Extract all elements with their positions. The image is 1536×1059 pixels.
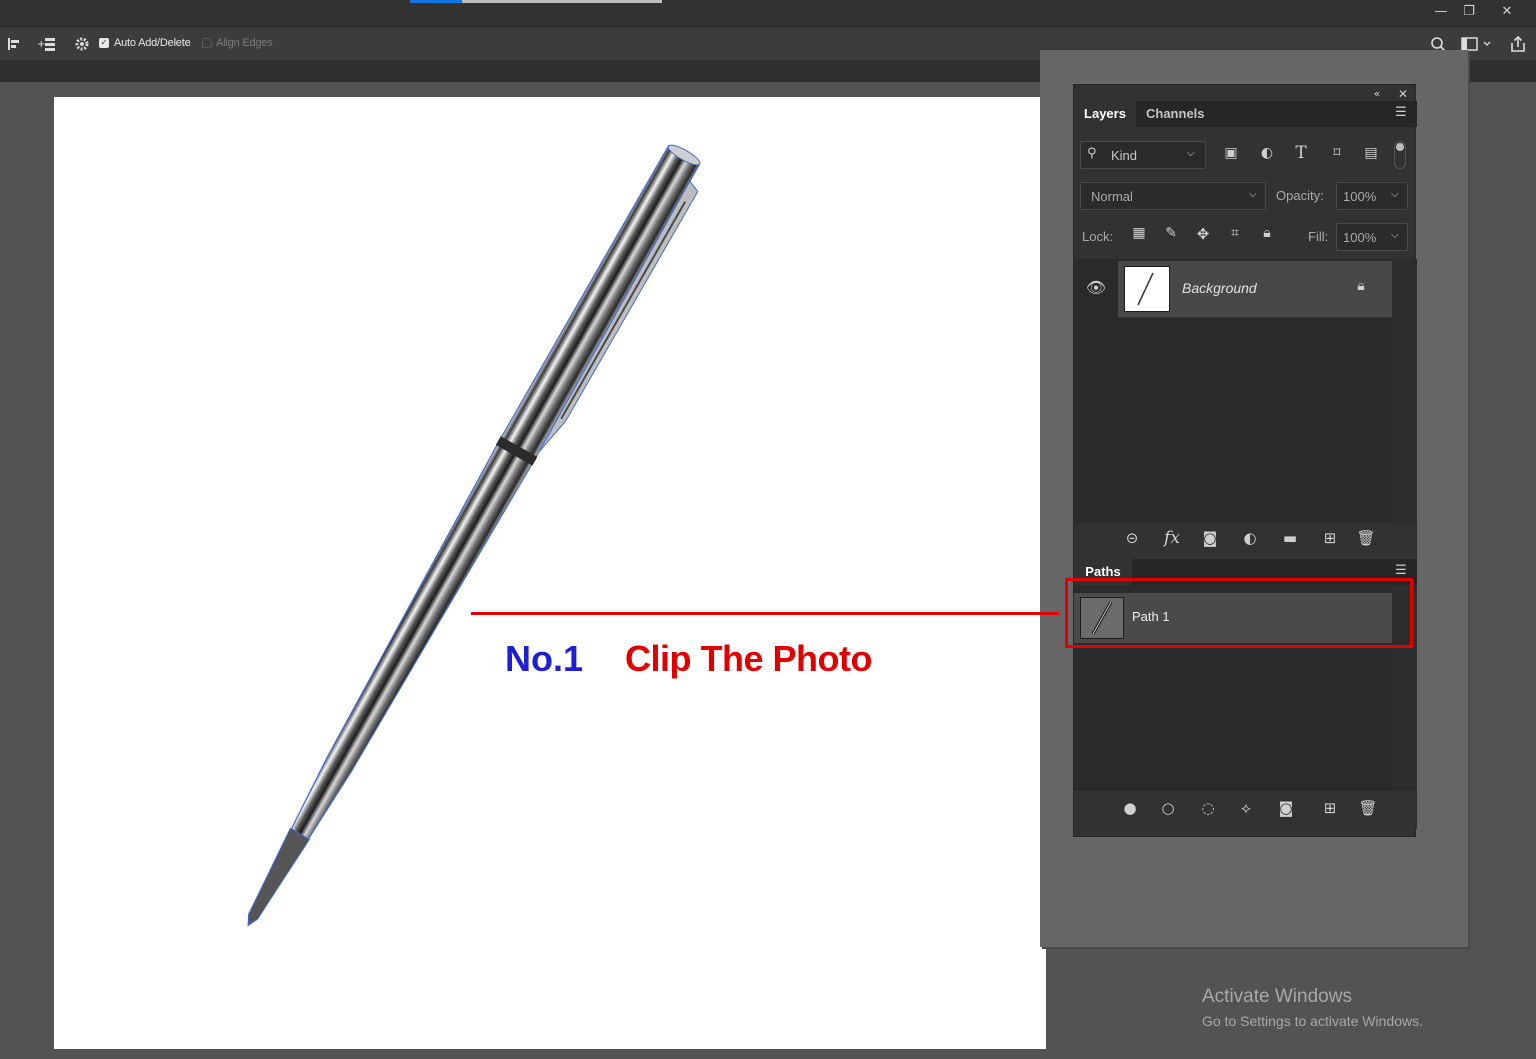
document-canvas[interactable] (54, 97, 1046, 1049)
auto-add-delete-label: Auto Add/Delete (114, 37, 191, 49)
tab-layers[interactable]: Layers (1074, 101, 1136, 127)
chevron-down-icon: ⌵ (1391, 189, 1399, 200)
paths-footer: ● ○ ◌ ⟡ ◙ ⊞ 🗑︎ (1074, 789, 1417, 829)
document-tab[interactable] (462, 0, 662, 3)
share-icon[interactable] (1508, 35, 1528, 53)
activation-watermark-title: Activate Windows (1202, 986, 1352, 1007)
title-bar: — ❐ ✕ (0, 0, 1536, 26)
lock-transparent-pixels-icon[interactable]: ▦ (1128, 225, 1150, 247)
panel-menu-icon[interactable]: ☰ (1392, 105, 1410, 123)
type-layer-filter-icon[interactable]: T (1290, 143, 1312, 165)
opacity-label: Opacity: (1276, 188, 1324, 203)
chevron-down-icon: ⌵ (1187, 148, 1195, 159)
search-icon: ⚲ (1087, 146, 1097, 161)
close-button[interactable]: ✕ (1494, 2, 1520, 22)
tab-channels[interactable]: Channels (1146, 101, 1205, 127)
layer-thumbnail (1124, 266, 1170, 312)
blend-mode-dropdown[interactable]: Normal ⌵ (1080, 182, 1266, 210)
lock-icon: 🔒︎ (1357, 278, 1365, 294)
new-path-icon[interactable]: ⊞ (1318, 799, 1342, 821)
make-work-path-icon[interactable]: ⟡ (1234, 799, 1258, 821)
pen-image (247, 144, 701, 927)
annotation-caption: Clip The Photo (625, 638, 872, 679)
shape-layer-filter-icon[interactable]: ⌑ (1326, 145, 1348, 165)
annotation-step-number: No.1 (505, 638, 584, 679)
add-mask-icon[interactable]: ◙ (1274, 799, 1298, 821)
lock-artboard-icon[interactable]: ⌗ (1224, 225, 1246, 247)
adjustment-layer-icon[interactable]: ◐ (1238, 529, 1262, 551)
fill-value: 100% (1343, 230, 1377, 245)
link-layers-icon[interactable]: ⊝ (1120, 529, 1144, 551)
add-mask-icon[interactable]: ◙ (1198, 529, 1222, 551)
blend-mode-value: Normal (1091, 189, 1133, 204)
layer-name[interactable]: Background (1182, 280, 1257, 296)
align-edges-checkbox[interactable] (202, 38, 212, 48)
active-tab-indicator (410, 0, 462, 3)
adjustment-layer-filter-icon[interactable]: ◐ (1256, 145, 1278, 165)
layers-footer: ⊝ fx ◙ ◐ ▬ ⊞ 🗑︎ (1074, 521, 1417, 559)
lock-position-icon[interactable]: ✥ (1192, 225, 1214, 247)
chevron-down-icon: ⌵ (1249, 189, 1257, 200)
layer-row[interactable]: 👁︎ Background 🔒︎ (1074, 261, 1392, 317)
filter-kind-dropdown[interactable]: ⚲ Kind ⌵ (1080, 141, 1206, 169)
path-arrangement-icon[interactable]: + (36, 35, 60, 53)
restore-button[interactable]: ❐ (1456, 2, 1482, 22)
auto-add-delete-checkbox[interactable]: ✓ (99, 38, 109, 48)
path-alignment-icon[interactable] (4, 35, 24, 53)
trash-icon[interactable]: 🗑︎ (1354, 529, 1378, 551)
new-layer-icon[interactable]: ⊞ (1318, 529, 1342, 551)
eye-visibility-icon[interactable]: 👁︎ (1084, 278, 1108, 298)
stroke-path-icon[interactable]: ○ (1156, 799, 1180, 821)
annotation-pointer-line (471, 612, 1059, 615)
lock-image-pixels-icon[interactable]: ✎ (1160, 225, 1182, 247)
fill-path-icon[interactable]: ● (1118, 799, 1142, 821)
fx-icon[interactable]: fx (1160, 528, 1184, 550)
gear-icon[interactable] (72, 35, 92, 53)
trash-icon[interactable]: 🗑︎ (1356, 799, 1380, 821)
svg-text:+: + (37, 39, 45, 50)
layers-scrollbar[interactable] (1392, 259, 1417, 521)
lock-label: Lock: (1082, 229, 1114, 244)
layers-paths-panel: « ✕ Layers Channels ☰ ⚲ Kind ⌵ ▣ ◐ T ⌑ ▤… (1073, 84, 1417, 837)
minimize-button[interactable]: — (1428, 2, 1454, 22)
filter-toggle[interactable] (1394, 141, 1406, 169)
fill-field[interactable]: 100% ⌵ (1336, 223, 1408, 251)
align-edges-label: Align Edges (216, 37, 273, 49)
annotation-highlight-box (1065, 578, 1413, 648)
filter-kind-label: Kind (1111, 148, 1138, 163)
activation-watermark-subtitle: Go to Settings to activate Windows. (1202, 1013, 1423, 1029)
load-path-as-selection-icon[interactable]: ◌ (1196, 799, 1220, 821)
chevron-down-icon: ⌵ (1391, 230, 1399, 241)
lock-all-icon[interactable]: 🔒︎ (1256, 225, 1278, 247)
fill-label: Fill: (1308, 229, 1329, 244)
folder-icon[interactable]: ▬ (1278, 529, 1302, 551)
opacity-value: 100% (1343, 189, 1377, 204)
pixel-layer-filter-icon[interactable]: ▣ (1220, 145, 1242, 165)
smart-object-filter-icon[interactable]: ▤ (1360, 145, 1382, 165)
opacity-field[interactable]: 100% ⌵ (1336, 182, 1408, 210)
